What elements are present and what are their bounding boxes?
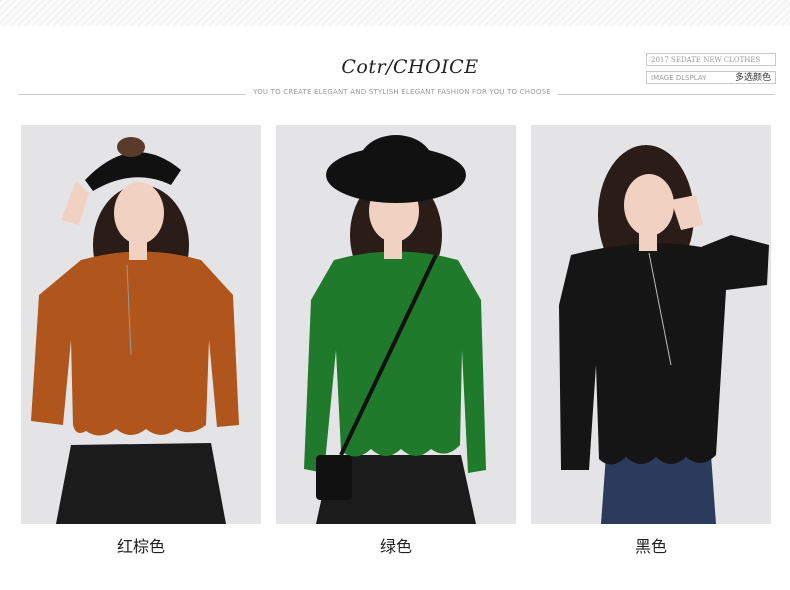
header-stripe <box>0 0 790 26</box>
tag-image-display-label: IMAGE DLSPLAY <box>651 74 707 82</box>
page-title: Cotr/CHOICE <box>341 56 479 78</box>
product-caption: 红棕色 <box>116 537 165 556</box>
model-illustration <box>276 125 516 524</box>
divider-right <box>555 94 775 95</box>
product-caption: 黑色 <box>634 537 667 556</box>
product-photo-brown[interactable] <box>21 125 261 524</box>
tag-multi-color-label: 多选颜色 <box>734 73 771 83</box>
divider-left <box>18 94 250 95</box>
tag-new-clothes: 2017 SEDATE NEW CLOTHES <box>646 53 776 66</box>
product-photo-black[interactable] <box>531 125 771 524</box>
model-illustration <box>531 125 771 524</box>
model-illustration <box>21 125 261 524</box>
page-subtitle: YOU TO CREATE ELEGANT AND STYLISH ELEGAN… <box>246 88 558 96</box>
product-photo-green[interactable] <box>276 125 516 524</box>
product-caption: 绿色 <box>379 537 412 556</box>
tag-image-display: IMAGE DLSPLAY 多选颜色 <box>646 71 776 84</box>
